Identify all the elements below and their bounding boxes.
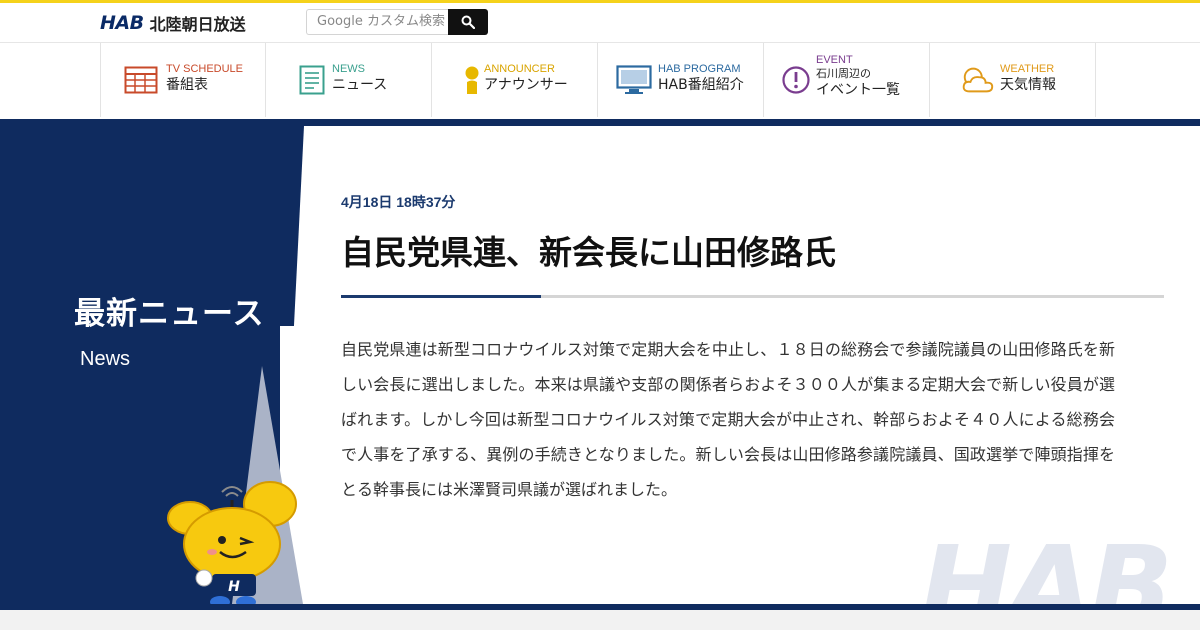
article-title: 自民党県連、新会長に山田修路氏 — [341, 233, 836, 272]
nav-news-en: NEWS — [332, 63, 365, 75]
weather-cloud-icon — [960, 63, 996, 97]
logo-name: 北陸朝日放送 — [149, 15, 246, 34]
nav-hab-program-ja: HAB番組紹介 — [658, 77, 744, 93]
main-content: 最新ニュース News H HAB 4月18日 18時37分 自民党県連、新会長… — [0, 126, 1200, 604]
nav-tv-schedule[interactable]: TV SCHEDULE 番組表 — [100, 43, 266, 117]
nav-tv-schedule-en: TV SCHEDULE — [166, 63, 244, 75]
nav-weather-en: WEATHER — [1000, 63, 1055, 75]
logo-mark: HAB — [100, 12, 144, 34]
nav-news[interactable]: NEWS ニュース — [266, 43, 432, 117]
nav-event-ja-line2: イベント一覧 — [816, 82, 900, 98]
nav-weather-ja: 天気情報 — [1000, 77, 1056, 93]
nav-announcer[interactable]: ANNOUNCER アナウンサー — [432, 43, 598, 117]
nav-hab-program-en: HAB PROGRAM — [658, 63, 741, 75]
monitor-icon — [616, 63, 652, 97]
article-date: 4月18日 18時37分 — [341, 194, 456, 210]
mascot-character: H — [167, 481, 297, 604]
side-section-subtitle: News — [80, 348, 131, 370]
alert-circle-icon — [778, 63, 814, 97]
nav-news-ja: ニュース — [332, 77, 388, 93]
site-logo[interactable]: HAB 北陸朝日放送 — [100, 11, 246, 35]
global-nav: TV SCHEDULE 番組表 NEWS ニュース ANNOUNCER アナウン… — [0, 42, 1200, 118]
search-button[interactable] — [448, 9, 488, 35]
hab-watermark-logo: HAB — [920, 522, 1173, 604]
nav-event[interactable]: EVENT 石川周辺の イベント一覧 — [764, 43, 930, 117]
nav-hab-program[interactable]: HAB PROGRAM HAB番組紹介 — [598, 43, 764, 117]
nav-weather[interactable]: WEATHER 天気情報 — [930, 43, 1096, 117]
search-input[interactable]: Google カスタム検索 — [306, 9, 448, 35]
news-document-icon — [294, 63, 330, 97]
search-icon — [461, 15, 475, 29]
nav-announcer-en: ANNOUNCER — [484, 63, 555, 75]
page: HAB 北陸朝日放送 Google カスタム検索 TV SCHEDULE 番組表… — [0, 0, 1200, 630]
band-top — [0, 119, 1200, 126]
title-rule-accent — [341, 295, 541, 298]
nav-event-en: EVENT — [816, 54, 853, 66]
nav-tv-schedule-ja: 番組表 — [166, 77, 208, 93]
svg-text:H: H — [228, 579, 240, 595]
article-body: 自民党県連は新型コロナウイルス対策で定期大会を中止し、１８日の総務会で参議院議員… — [341, 340, 1115, 499]
side-section-title: 最新ニュース — [74, 296, 265, 332]
footer-strip — [0, 610, 1200, 630]
tv-schedule-icon — [123, 63, 159, 97]
site-header: HAB 北陸朝日放送 Google カスタム検索 — [0, 3, 1200, 41]
nav-announcer-ja: アナウンサー — [484, 77, 568, 93]
nav-event-ja-line1: 石川周辺の — [816, 67, 871, 80]
